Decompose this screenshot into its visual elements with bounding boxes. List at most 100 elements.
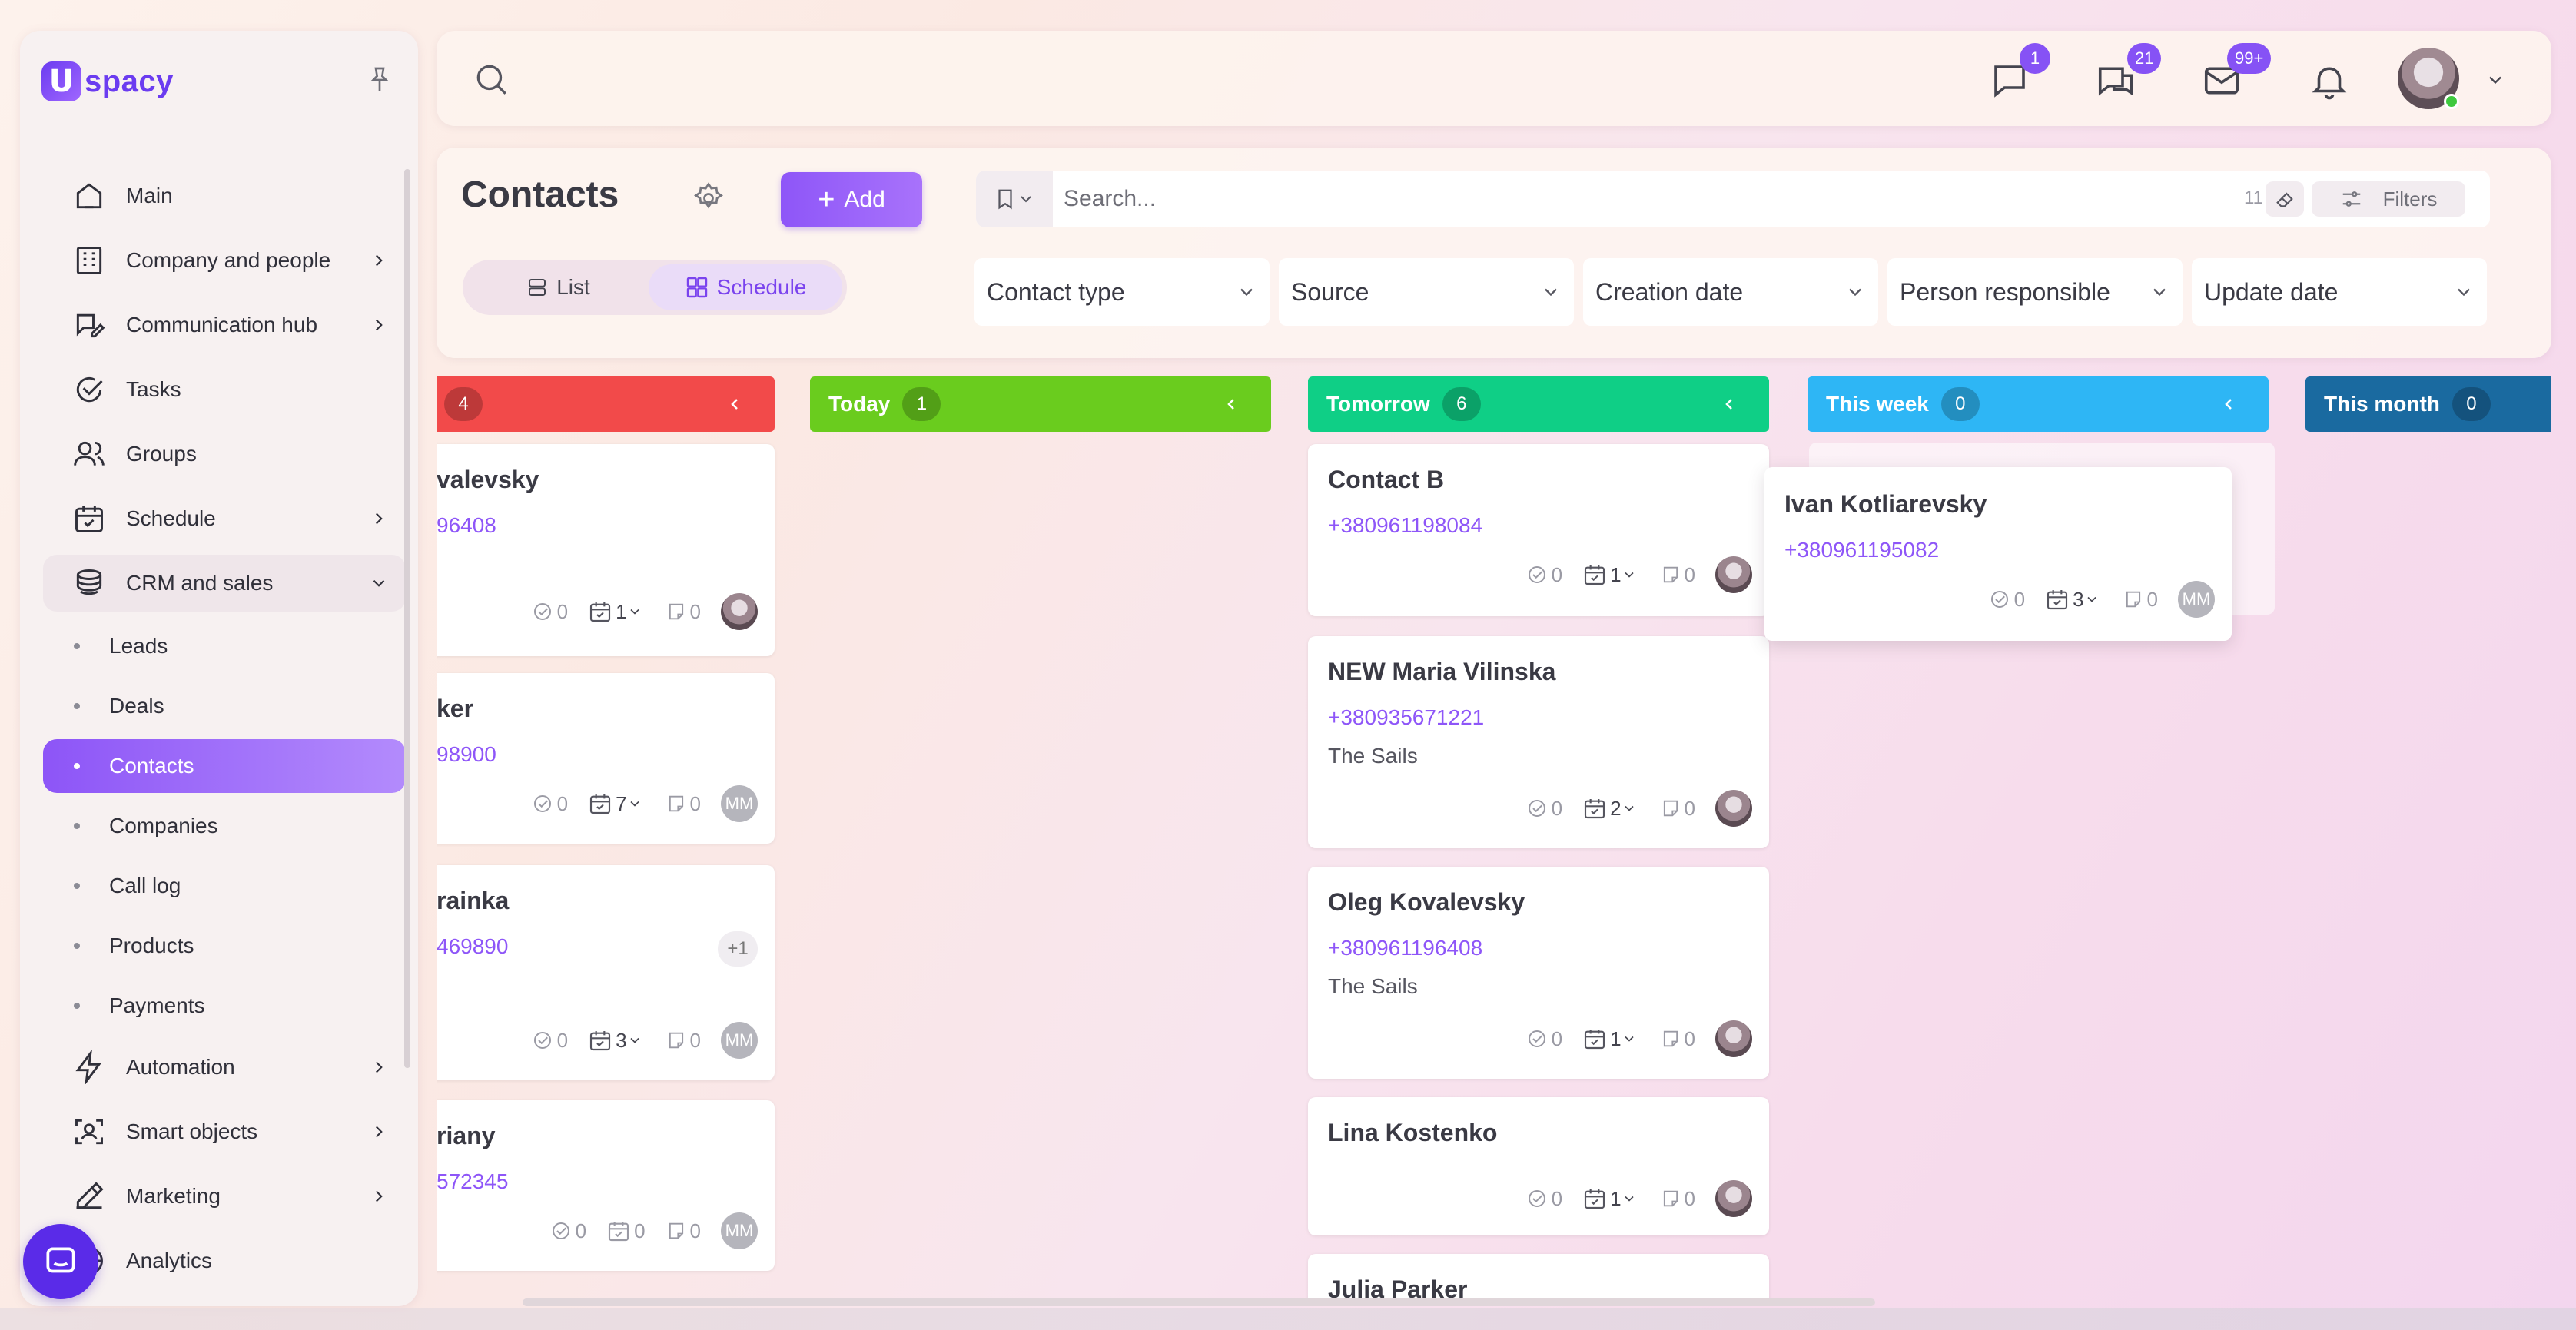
sidebar-item-communication-hub[interactable]: Communication hub (43, 297, 406, 353)
contact-company[interactable]: The Sails (1328, 974, 1418, 999)
pin-icon[interactable] (364, 65, 395, 95)
gear-icon[interactable] (692, 181, 725, 215)
tasks-counter[interactable]: 0 (531, 1029, 568, 1053)
notes-counter[interactable]: 0 (666, 792, 701, 816)
tasks-counter[interactable]: 0 (1525, 797, 1562, 821)
events-counter[interactable]: 2 (1582, 796, 1639, 821)
contact-phone[interactable]: +380961196408 (1328, 936, 1482, 960)
notes-counter[interactable]: 0 (1660, 1187, 1695, 1211)
sidebar-item-company-and-people[interactable]: Company and people (43, 232, 406, 289)
tasks-counter[interactable]: 0 (1525, 563, 1562, 587)
sidebar-subitem-leads[interactable]: Leads (43, 619, 406, 673)
contact-phone[interactable]: 98900 (437, 742, 496, 767)
contact-phone[interactable]: +380961198084 (1328, 513, 1482, 538)
contact-phone[interactable]: 469890 (437, 934, 508, 959)
sidebar-subitem-companies[interactable]: Companies (43, 799, 406, 853)
events-counter[interactable]: 3 (588, 1028, 645, 1053)
sidebar-item-groups[interactable]: Groups (43, 426, 406, 483)
contact-phone[interactable]: 96408 (437, 513, 496, 538)
chevron-left-icon[interactable] (1720, 395, 1738, 413)
notes-counter[interactable]: 0 (1660, 1027, 1695, 1051)
creation-date-dropdown[interactable]: Creation date (1583, 258, 1878, 326)
contact-card[interactable]: riany 572345 0 0 0 MM (437, 1100, 775, 1271)
sidebar-item-schedule[interactable]: Schedule (43, 490, 406, 547)
assignee-avatar[interactable]: MM (2178, 581, 2215, 618)
tasks-counter[interactable]: 0 (1525, 1187, 1562, 1211)
bell-icon[interactable] (2309, 60, 2350, 101)
assignee-avatar[interactable] (1715, 556, 1752, 593)
assignee-avatar[interactable] (1715, 1180, 1752, 1217)
column-header-today[interactable]: Today 1 (810, 376, 1271, 432)
events-counter[interactable]: 7 (588, 791, 645, 816)
notes-counter[interactable]: 0 (666, 1029, 701, 1053)
tasks-counter[interactable]: 0 (531, 792, 568, 816)
assignee-avatar[interactable] (721, 593, 758, 630)
search-icon[interactable] (472, 60, 510, 98)
notes-counter[interactable]: 0 (1660, 563, 1695, 587)
contact-phone[interactable]: +380961195082 (1784, 538, 1939, 562)
saved-filters-dropdown[interactable] (976, 171, 1053, 227)
sidebar-item-marketing[interactable]: Marketing (43, 1168, 406, 1225)
update-date-dropdown[interactable]: Update date (2192, 258, 2487, 326)
sidebar-item-main[interactable]: Main (43, 167, 406, 224)
contact-card[interactable]: valevsky 96408 0 1 0 (437, 444, 775, 656)
dragged-contact-card[interactable]: Ivan Kotliarevsky +380961195082 0 3 0 MM (1764, 467, 2232, 641)
contact-card[interactable]: Oleg Kovalevsky +380961196408 The Sails … (1308, 867, 1769, 1079)
assignee-avatar[interactable]: MM (721, 785, 758, 822)
notes-counter[interactable]: 0 (666, 600, 701, 624)
tasks-counter[interactable]: 0 (1525, 1027, 1562, 1051)
sidebar-item-automation[interactable]: Automation (43, 1039, 406, 1096)
person-responsible-dropdown[interactable]: Person responsible (1887, 258, 2183, 326)
assignee-avatar[interactable]: MM (721, 1212, 758, 1249)
events-counter[interactable]: 0 (606, 1219, 646, 1243)
add-button[interactable]: + Add (781, 172, 922, 227)
tasks-counter[interactable]: 0 (531, 600, 568, 624)
notes-counter[interactable]: 0 (666, 1219, 701, 1243)
contact-card[interactable]: rainka 469890 +1 0 3 0 MM (437, 865, 775, 1080)
board-horizontal-scrollbar[interactable] (523, 1298, 1875, 1306)
more-phones-badge[interactable]: +1 (718, 931, 758, 967)
events-counter[interactable]: 1 (1582, 1027, 1639, 1051)
notes-counter[interactable]: 0 (2123, 588, 2158, 612)
events-counter[interactable]: 1 (1582, 562, 1639, 587)
view-schedule-button[interactable]: Schedule (649, 264, 842, 310)
sidebar-subitem-products[interactable]: Products (43, 919, 406, 973)
sidebar-subitem-call-log[interactable]: Call log (43, 859, 406, 913)
source-dropdown[interactable]: Source (1279, 258, 1574, 326)
contact-card[interactable]: Contact B +380961198084 0 1 0 (1308, 444, 1769, 616)
events-counter[interactable]: 1 (1582, 1186, 1639, 1211)
clear-search-button[interactable] (2266, 181, 2304, 217)
assignee-avatar[interactable] (1715, 1020, 1752, 1057)
column-header-tomorrow[interactable]: Tomorrow 6 (1308, 376, 1769, 432)
chevron-left-icon[interactable] (725, 395, 744, 413)
search-input[interactable] (1064, 186, 2186, 212)
filters-button[interactable]: Filters (2312, 181, 2465, 217)
chevron-down-icon[interactable] (2485, 69, 2506, 91)
support-chat-button[interactable] (23, 1224, 98, 1299)
view-list-button[interactable]: List (467, 264, 649, 310)
contact-company[interactable]: The Sails (1328, 744, 1418, 768)
contact-type-dropdown[interactable]: Contact type (974, 258, 1270, 326)
contact-card[interactable]: ker 98900 0 7 0 MM (437, 673, 775, 844)
contact-phone[interactable]: 572345 (437, 1169, 508, 1194)
tasks-counter[interactable]: 0 (1988, 588, 2025, 612)
events-counter[interactable]: 1 (588, 599, 645, 624)
user-avatar[interactable] (2398, 48, 2459, 109)
contact-phone[interactable]: +380935671221 (1328, 705, 1484, 730)
events-counter[interactable]: 3 (2045, 587, 2102, 612)
chevron-left-icon[interactable] (1222, 395, 1240, 413)
sidebar-subitem-payments[interactable]: Payments (43, 979, 406, 1033)
contact-card[interactable]: NEW Maria Vilinska +380935671221 The Sai… (1308, 636, 1769, 848)
contact-card[interactable]: Lina Kostenko 0 1 0 (1308, 1097, 1769, 1235)
assignee-avatar[interactable] (1715, 790, 1752, 827)
sidebar-subitem-deals[interactable]: Deals (43, 679, 406, 733)
column-header-overdue[interactable]: 4 (437, 376, 775, 432)
sidebar-item-smart-objects[interactable]: Smart objects (43, 1103, 406, 1160)
column-header-this-month[interactable]: This month 0 (2305, 376, 2551, 432)
assignee-avatar[interactable]: MM (721, 1022, 758, 1059)
sidebar-item-crm-and-sales[interactable]: CRM and sales (43, 555, 406, 612)
chevron-left-icon[interactable] (2219, 395, 2238, 413)
sidebar-item-tasks[interactable]: Tasks (43, 361, 406, 418)
sidebar-scrollbar[interactable] (404, 169, 410, 1068)
notes-counter[interactable]: 0 (1660, 797, 1695, 821)
